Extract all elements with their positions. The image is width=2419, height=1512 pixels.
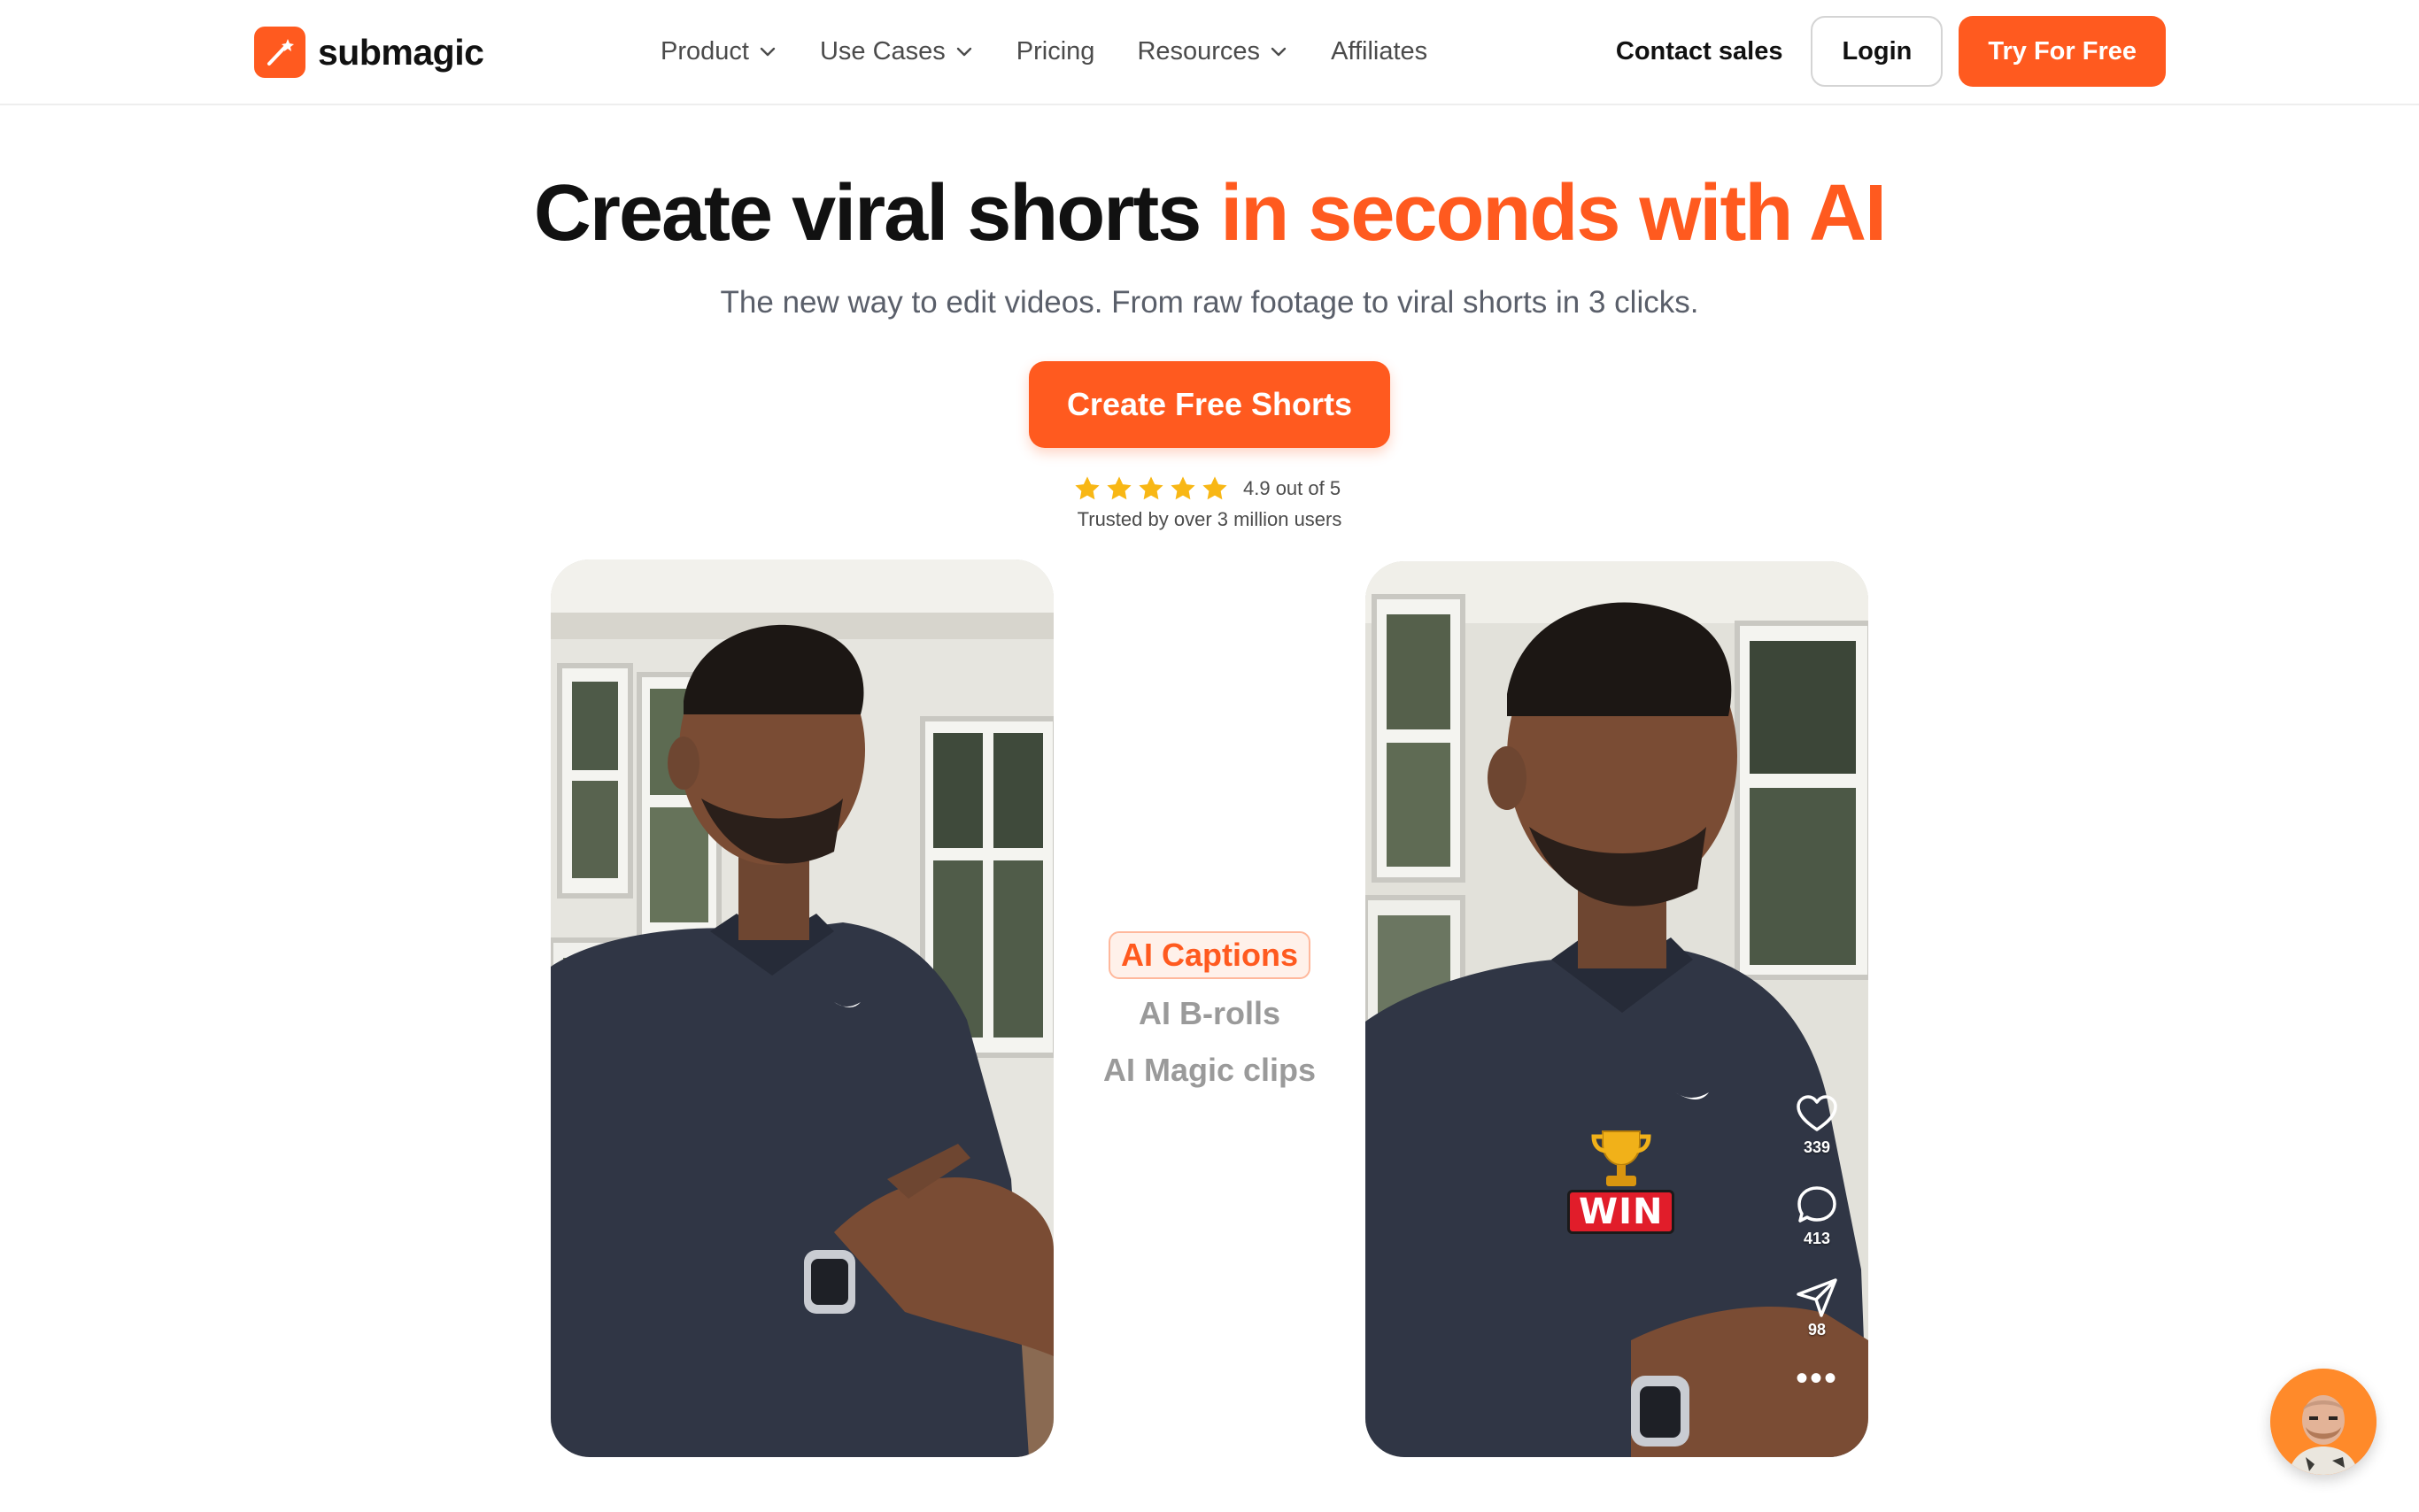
hero-title-main: Create viral shorts — [533, 169, 1221, 258]
feature-ai-captions[interactable]: AI Captions — [1108, 931, 1310, 979]
star-icon — [1075, 476, 1100, 500]
share-action[interactable]: 98 — [1795, 1275, 1839, 1339]
magic-wand-icon — [254, 27, 305, 78]
star-rating — [1073, 474, 1229, 503]
support-chat-avatar[interactable] — [2270, 1369, 2376, 1475]
video-frame-raw — [551, 559, 1054, 1457]
login-button[interactable]: Login — [1811, 16, 1944, 87]
logo-text: submagic — [318, 31, 484, 73]
win-caption-badge: WIN — [1567, 1128, 1675, 1234]
rating-text: 4.9 out of 5 — [1243, 477, 1341, 499]
raw-video-preview[interactable] — [551, 559, 1054, 1457]
chevron-down-icon — [1271, 47, 1287, 57]
share-count: 98 — [1807, 1321, 1827, 1338]
comment-icon — [1797, 1186, 1836, 1223]
logo[interactable]: submagic — [254, 27, 484, 78]
feature-ai-magic-clips[interactable]: AI Magic clips — [1093, 1048, 1326, 1092]
main-menu: Product Use Cases Pricing Resources Affi… — [661, 30, 1470, 73]
trophy-icon — [1591, 1130, 1651, 1186]
more-options-icon[interactable]: ••• — [1796, 1361, 1838, 1396]
comment-count: 413 — [1803, 1230, 1831, 1247]
chevron-down-icon — [760, 47, 776, 57]
star-icon — [1107, 476, 1132, 500]
nav-affiliates-label: Affiliates — [1331, 36, 1428, 66]
send-icon — [1797, 1278, 1837, 1317]
star-icon — [1202, 476, 1227, 500]
nav-actions: Contact sales Login Try For Free — [1616, 16, 2166, 87]
star-icon — [1171, 476, 1195, 500]
like-action[interactable]: 339 — [1795, 1092, 1839, 1157]
heart-icon — [1797, 1095, 1837, 1131]
comment-action[interactable]: 413 — [1795, 1184, 1839, 1248]
avatar-icon — [2270, 1369, 2376, 1475]
create-free-shorts-button[interactable]: Create Free Shorts — [1029, 361, 1390, 448]
like-count: 339 — [1803, 1138, 1831, 1156]
try-for-free-button[interactable]: Try For Free — [1959, 16, 2166, 87]
nav-affiliates[interactable]: Affiliates — [1331, 37, 1427, 66]
nav-pricing[interactable]: Pricing — [1016, 37, 1095, 66]
contact-sales-link[interactable]: Contact sales — [1616, 37, 1783, 66]
nav-use-cases[interactable]: Use Cases — [820, 37, 974, 66]
top-navbar: submagic Product Use Cases Pricing Resou… — [0, 0, 2419, 105]
nav-product[interactable]: Product — [661, 37, 777, 66]
trusted-by-text: Trusted by over 3 million users — [1077, 508, 1342, 530]
hero-subtitle: The new way to edit videos. From raw foo… — [720, 285, 1699, 320]
hero-title-accent: in seconds with AI — [1220, 169, 1887, 258]
features-list: AI Captions AI B-rolls AI Magic clips — [1071, 931, 1348, 1092]
star-icon — [1139, 476, 1163, 500]
feature-ai-b-rolls[interactable]: AI B-rolls — [1128, 991, 1291, 1036]
video-side-actions: 339 413 98 ••• — [1790, 1092, 1843, 1396]
nav-resources[interactable]: Resources — [1137, 37, 1288, 66]
nav-pricing-label: Pricing — [1016, 36, 1095, 66]
win-caption-text: WIN — [1567, 1190, 1675, 1234]
chevron-down-icon — [956, 47, 971, 57]
nav-use-cases-label: Use Cases — [819, 36, 946, 66]
nav-product-label: Product — [661, 36, 749, 66]
hero-title: Create viral shorts in seconds with AI — [0, 165, 2419, 262]
edited-video-preview[interactable]: WIN 339 413 98 ••• — [1365, 561, 1868, 1457]
rating: 4.9 out of 5 — [1073, 471, 1341, 506]
nav-resources-label: Resources — [1137, 36, 1261, 66]
